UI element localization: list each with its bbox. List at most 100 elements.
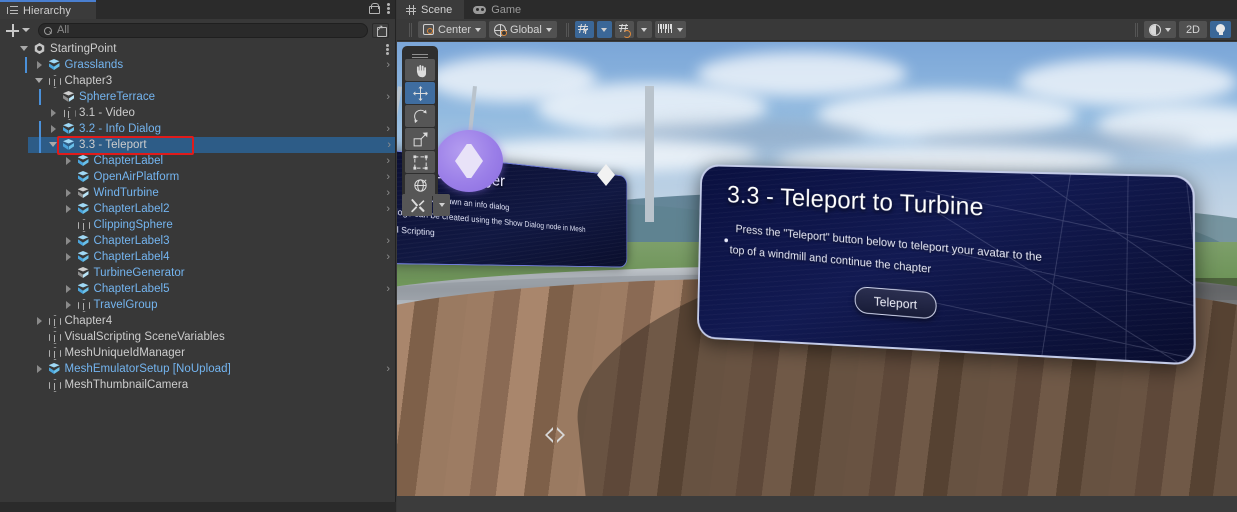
snap-increment-dropdown[interactable] [636,21,652,38]
hierarchy-row-grasslands[interactable]: Grasslands › [0,57,395,73]
chevron-down-icon[interactable] [34,76,44,85]
chevron-right-icon[interactable] [64,204,73,213]
hierarchy-row-chapter4[interactable]: Chapter4 [0,313,395,329]
open-prefab-chevron-icon[interactable]: › [386,185,390,201]
hierarchy-row-sphereterrace[interactable]: SphereTerrace › [0,89,395,105]
scene-viewport[interactable]: Dialog Trigger button to spawn an info d… [397,42,1237,504]
handle-space-dropdown[interactable]: Global [489,21,557,38]
grid-snap-button[interactable] [574,21,594,38]
hierarchy-row-3-3-teleport[interactable]: 3.3 - Teleport › [28,137,395,153]
search-placeholder: All [57,24,70,36]
hierarchy-row-meshthumbnailcamera[interactable]: MeshThumbnailCamera [0,377,395,393]
open-prefab-chevron-icon[interactable]: › [386,153,390,169]
plus-icon [6,23,19,37]
chevron-right-icon[interactable] [64,188,73,197]
kebab-menu-icon[interactable] [387,3,390,14]
rotate-icon [413,109,427,123]
chevron-right-icon[interactable] [49,124,58,133]
hand-tool[interactable] [405,59,435,81]
custom-tool[interactable] [402,194,432,216]
open-prefab-chevron-icon[interactable]: › [386,233,390,249]
hierarchy-row-label: 3.1 - Video [79,107,135,119]
chevron-down-icon[interactable] [20,44,29,53]
mesh-visual-script-badge-icon[interactable] [435,130,503,192]
chevron-right-icon[interactable] [49,108,58,117]
hierarchy-row-visualscripting-scenevariables[interactable]: VisualScripting SceneVariables [0,329,395,345]
custom-tool-group[interactable] [402,194,450,216]
open-prefab-chevron-icon[interactable]: › [386,249,390,265]
hierarchy-row-meshemulatorsetup-noupload[interactable]: MeshEmulatorSetup [NoUpload] › [0,361,395,377]
tab-scene-label: Scene [421,3,453,16]
hierarchy-row-startingpoint[interactable]: StartingPoint [0,41,395,57]
hierarchy-row-meshuniqueidmanager[interactable]: MeshUniqueIdManager [0,345,395,361]
tab-game[interactable]: Game [464,0,533,19]
shading-mode-dropdown[interactable] [1143,21,1176,38]
open-prefab-chevron-icon[interactable]: › [387,137,391,153]
hierarchy-row-turbinegenerator[interactable]: TurbineGenerator [0,265,395,281]
open-prefab-chevron-icon[interactable]: › [386,169,390,185]
chevron-right-icon[interactable] [35,316,44,325]
grid-snap-dropdown[interactable] [596,21,612,38]
code-brackets-gizmo-icon[interactable] [545,427,565,443]
hierarchy-row-chapterlabel5[interactable]: ChapterLabel5 › [0,281,395,297]
hierarchy-row-3-2-info-dialog[interactable]: 3.2 - Info Dialog › [0,121,395,137]
chevron-right-icon[interactable] [64,236,73,245]
palette-drag-handle[interactable] [405,50,435,59]
snap-increment-button[interactable] [614,21,634,38]
open-prefab-chevron-icon[interactable]: › [386,89,390,105]
lock-icon[interactable] [369,3,380,14]
lighting-toggle-button[interactable] [1210,21,1231,38]
open-prefab-chevron-icon[interactable]: › [386,57,390,73]
search-icon [44,26,52,35]
chevron-down-icon[interactable] [49,140,58,149]
tab-scene[interactable]: Scene [397,0,465,19]
gameobject-cube-icon [77,218,90,231]
chevron-right-icon[interactable] [64,156,73,165]
hierarchy-row-chapter3[interactable]: Chapter3 [0,73,395,89]
hierarchy-row-chapterlabel4[interactable]: ChapterLabel4 › [0,249,395,265]
rotate-tool[interactable] [405,105,435,127]
hierarchy-row-label: Chapter4 [64,315,113,327]
scale-tool[interactable] [405,128,435,150]
hierarchy-row-windturbine[interactable]: WindTurbine › [0,185,395,201]
chevron-right-icon[interactable] [35,60,44,69]
hierarchy-row-openairplatform[interactable]: OpenAirPlatform › [0,169,395,185]
transform-tool[interactable] [405,174,435,196]
hierarchy-row-chapterlabel2[interactable]: ChapterLabel2 › [0,201,395,217]
ruler-button[interactable] [654,21,686,38]
hierarchy-tree[interactable]: StartingPoint Grasslands › Chapter3 SphereTe… [0,41,395,512]
open-prefab-chevron-icon[interactable]: › [386,201,390,217]
transform-icon [413,178,427,192]
teleport-dialog-panel[interactable]: 3.3 - Teleport to Turbine Press the "Tel… [696,164,1196,366]
move-tool[interactable] [405,82,435,104]
search-input[interactable]: All [38,22,368,38]
grid-snap-y-icon [577,23,591,36]
chevron-right-icon[interactable] [35,364,44,373]
hierarchy-tabstrip: Hierarchy [0,0,395,19]
chevron-down-icon [641,27,648,32]
toggle-2d-button[interactable]: 2D [1178,21,1207,38]
hierarchy-row-label: WindTurbine [93,187,159,199]
hierarchy-bottom-bar [0,502,396,512]
add-gameobject-button[interactable] [6,23,30,37]
expand-window-icon[interactable] [372,22,389,38]
hierarchy-row-3-1-video[interactable]: 3.1 - Video [0,105,395,121]
open-prefab-chevron-icon[interactable]: › [386,281,390,297]
chevron-right-icon[interactable] [64,284,73,293]
tab-hierarchy[interactable]: Hierarchy [0,2,96,19]
hierarchy-row-travelgroup[interactable]: TravelGroup [0,297,395,313]
chevron-right-icon[interactable] [64,252,73,261]
custom-tool-dropdown[interactable] [433,194,450,216]
hierarchy-row-chapterlabel[interactable]: ChapterLabel › [0,153,395,169]
scene-tool-palette[interactable] [402,46,438,200]
pivot-mode-dropdown[interactable]: Center [418,21,487,38]
hierarchy-row-clippingsphere[interactable]: ClippingSphere [0,217,395,233]
rect-tool[interactable] [405,151,435,173]
hierarchy-row-chapterlabel3[interactable]: ChapterLabel3 › [0,233,395,249]
row-kebab-menu-icon[interactable] [386,44,389,55]
chevron-right-icon[interactable] [64,300,73,309]
list-icon [7,5,18,16]
open-prefab-chevron-icon[interactable]: › [386,121,390,137]
gameobject-cube-icon [48,314,61,327]
open-prefab-chevron-icon[interactable]: › [386,361,390,377]
